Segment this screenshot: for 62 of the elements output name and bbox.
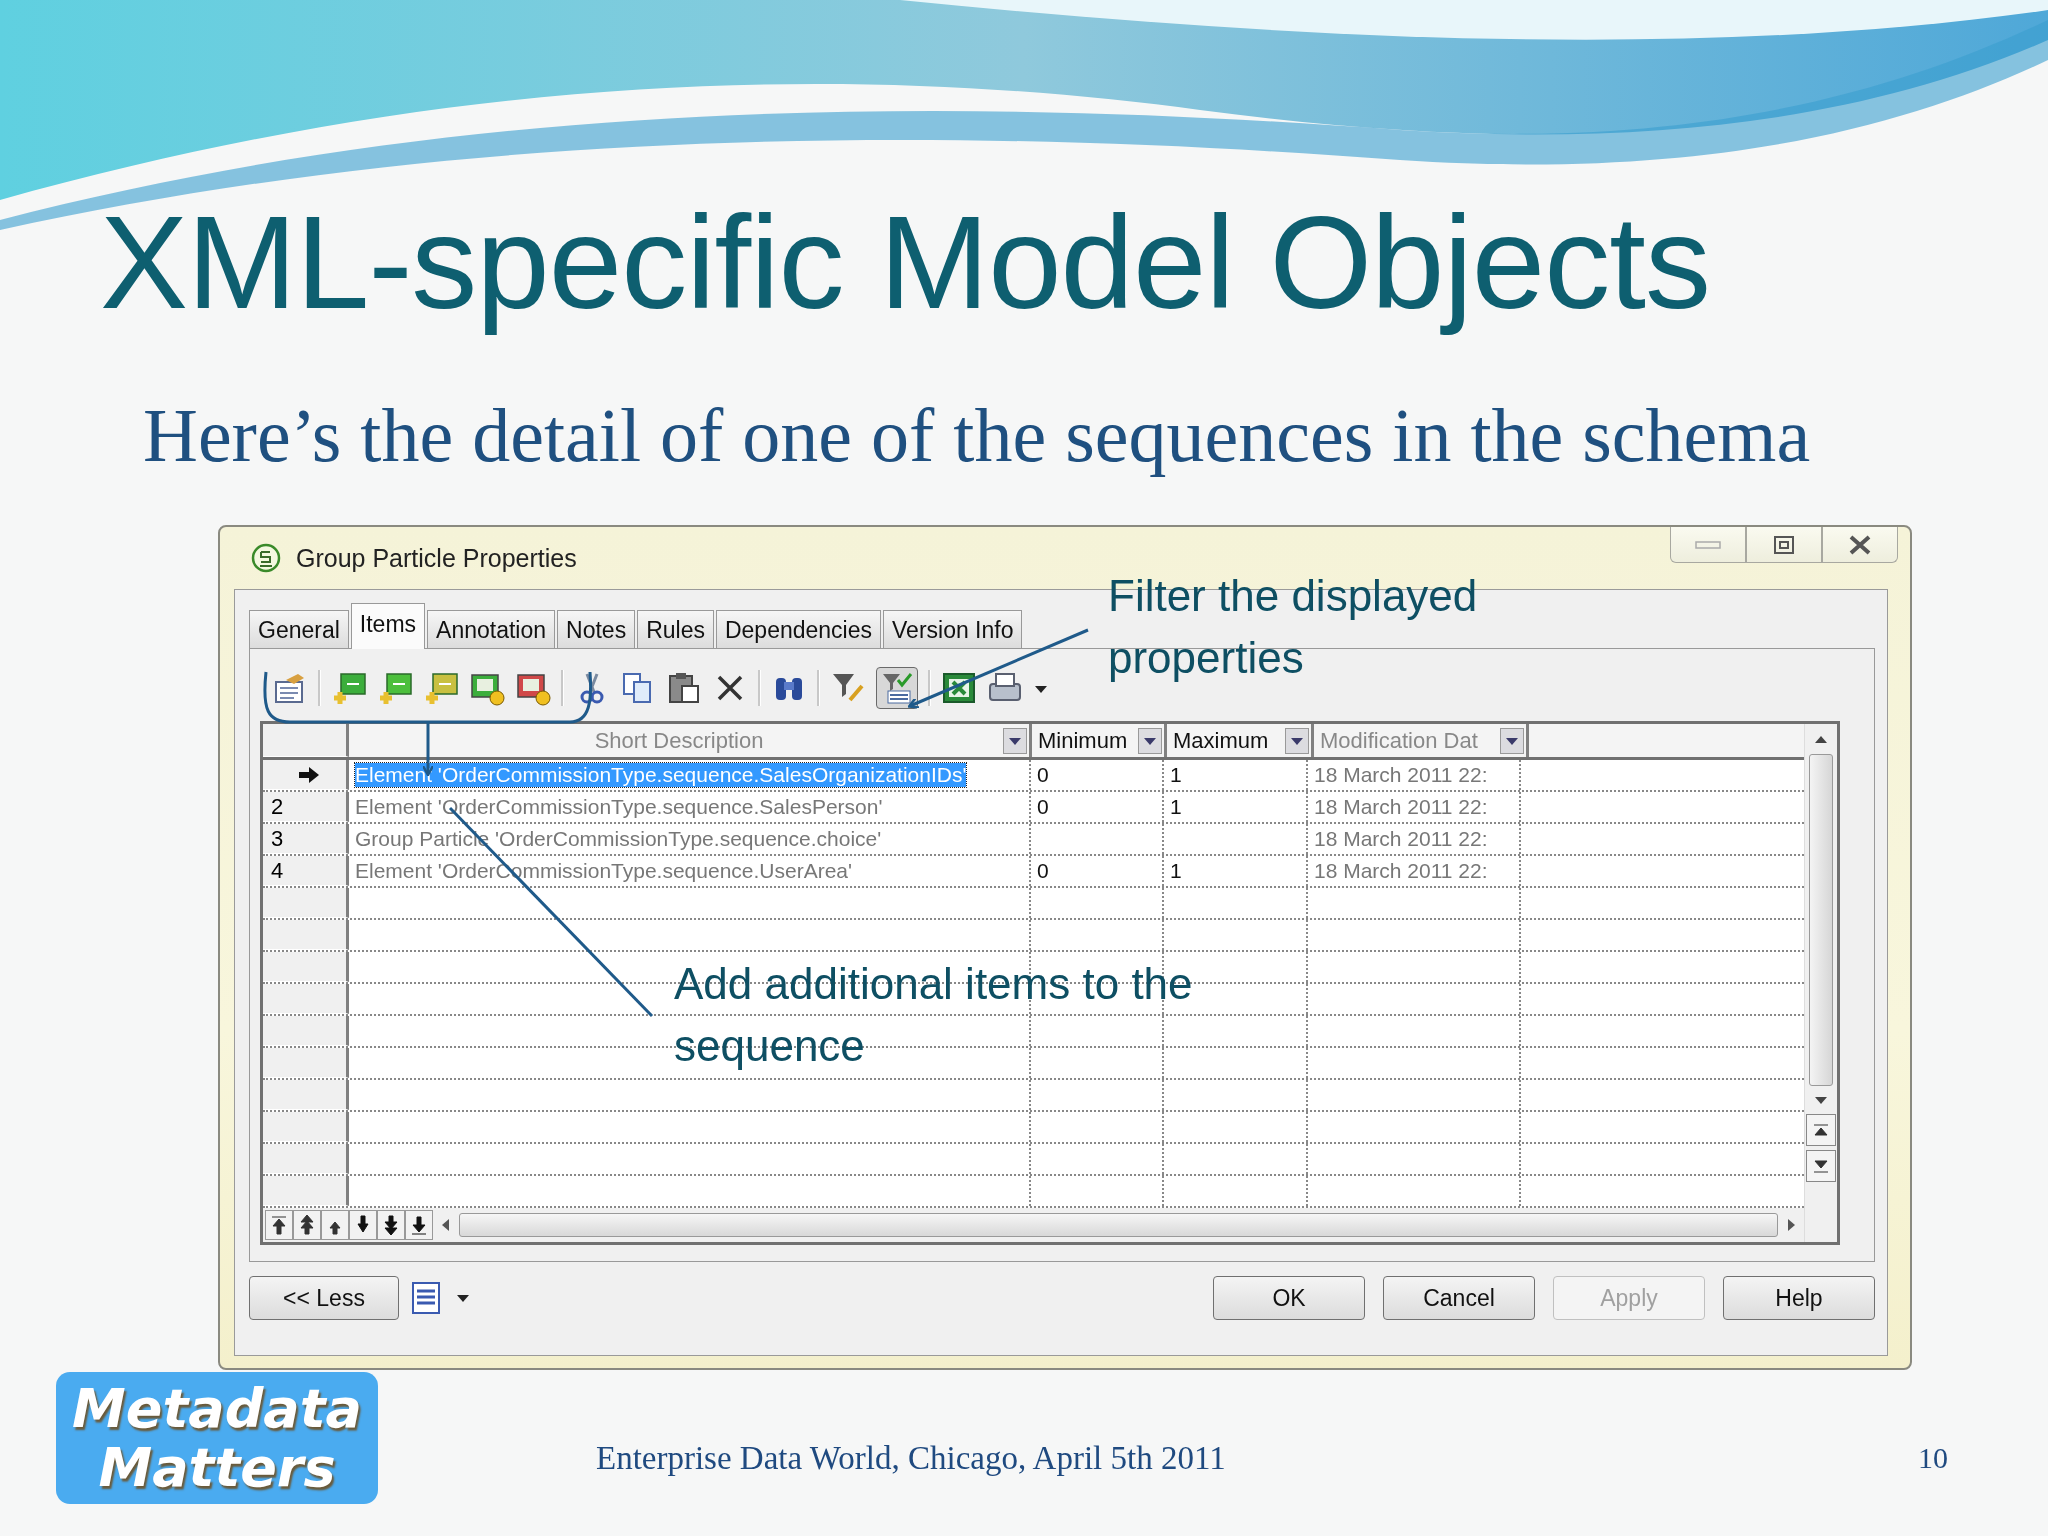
- logo-text: Metadata: [72, 1378, 362, 1439]
- table-cell: 1: [1170, 795, 1182, 820]
- row-header[interactable]: 2: [263, 792, 349, 823]
- tab[interactable]: Rules: [637, 610, 714, 649]
- table-cell: 0: [1037, 795, 1049, 820]
- dropdown-icon[interactable]: [1285, 727, 1309, 754]
- dropdown-icon[interactable]: [1500, 727, 1524, 754]
- tab[interactable]: Notes: [557, 610, 636, 649]
- move-to-bottom-icon[interactable]: [405, 1210, 433, 1241]
- minimize-icon: [1695, 539, 1721, 550]
- tab[interactable]: Dependencies: [715, 610, 881, 649]
- page-down-icon[interactable]: [377, 1210, 405, 1241]
- row-header[interactable]: [263, 760, 349, 791]
- filter-list-icon: [880, 671, 914, 706]
- dialog-button[interactable]: OK: [1213, 1276, 1365, 1321]
- footer-text: Enterprise Data World, Chicago, April 5th 2011: [596, 1439, 1226, 1477]
- tab[interactable]: General: [249, 610, 349, 649]
- attribute-plus-icon[interactable]: [377, 670, 413, 707]
- dropdown-icon[interactable]: [1003, 727, 1027, 754]
- table-cell: 0: [1037, 763, 1049, 788]
- table-cell: 18 March 2011 22:: [1314, 859, 1488, 884]
- dialog-button[interactable]: Cancel: [1383, 1276, 1535, 1321]
- page-up-icon[interactable]: [293, 1210, 321, 1241]
- move-to-top-icon[interactable]: [265, 1210, 293, 1241]
- maximize-button[interactable]: [1746, 527, 1822, 564]
- close-icon: [1848, 534, 1872, 555]
- tab[interactable]: Version Info: [883, 610, 1023, 649]
- vertical-scrollbar[interactable]: [1804, 724, 1837, 1243]
- scroll-to-bottom-button[interactable]: [1806, 1150, 1836, 1183]
- table-cell: 1: [1170, 763, 1182, 788]
- row-header[interactable]: 4: [263, 856, 349, 887]
- table-cell: Element 'OrderCommissionType.sequence.SalesPerson': [355, 795, 883, 820]
- close-button[interactable]: [1822, 527, 1898, 564]
- filter-list-button[interactable]: [876, 667, 918, 710]
- logo-text: Matters: [98, 1438, 336, 1498]
- tab[interactable]: Annotation: [427, 610, 556, 649]
- table-cell: 18 March 2011 22:: [1314, 795, 1488, 820]
- table-cell: 0: [1037, 859, 1049, 884]
- restore-icon: [1773, 534, 1795, 555]
- table-cell: Element 'OrderCommissionType.sequence.SalesOrganizationIDs': [355, 763, 967, 788]
- element-plus-icon[interactable]: [331, 670, 367, 707]
- move-down-icon[interactable]: [349, 1210, 377, 1241]
- page-number: 10: [1918, 1441, 1948, 1476]
- table-cell: 18 March 2011 22:: [1314, 763, 1488, 788]
- schema-icon: [250, 542, 282, 575]
- table-cell: 1: [1170, 859, 1182, 884]
- column-header[interactable]: Maximum: [1167, 724, 1314, 758]
- table-cell: 18 March 2011 22:: [1314, 827, 1488, 852]
- tab[interactable]: Items: [350, 603, 426, 650]
- callout-text: Add additional items to the sequence: [674, 958, 1194, 1072]
- callout-text: Filter the displayed properties: [1108, 570, 1479, 684]
- dialog-button[interactable]: Help: [1723, 1276, 1875, 1321]
- column-header[interactable]: Minimum: [1032, 724, 1167, 758]
- less-button[interactable]: << Less: [249, 1276, 399, 1321]
- window-title: Group Particle Properties: [296, 543, 577, 573]
- form-icon[interactable]: [411, 1281, 443, 1316]
- row-header[interactable]: 3: [263, 824, 349, 855]
- dropdown-icon[interactable]: [1138, 727, 1162, 754]
- move-up-icon[interactable]: [321, 1210, 349, 1241]
- scroll-to-top-button[interactable]: [1806, 1114, 1836, 1147]
- slide-title: XML-specific Model Objects: [100, 190, 1711, 336]
- key-plus-icon[interactable]: [423, 670, 459, 707]
